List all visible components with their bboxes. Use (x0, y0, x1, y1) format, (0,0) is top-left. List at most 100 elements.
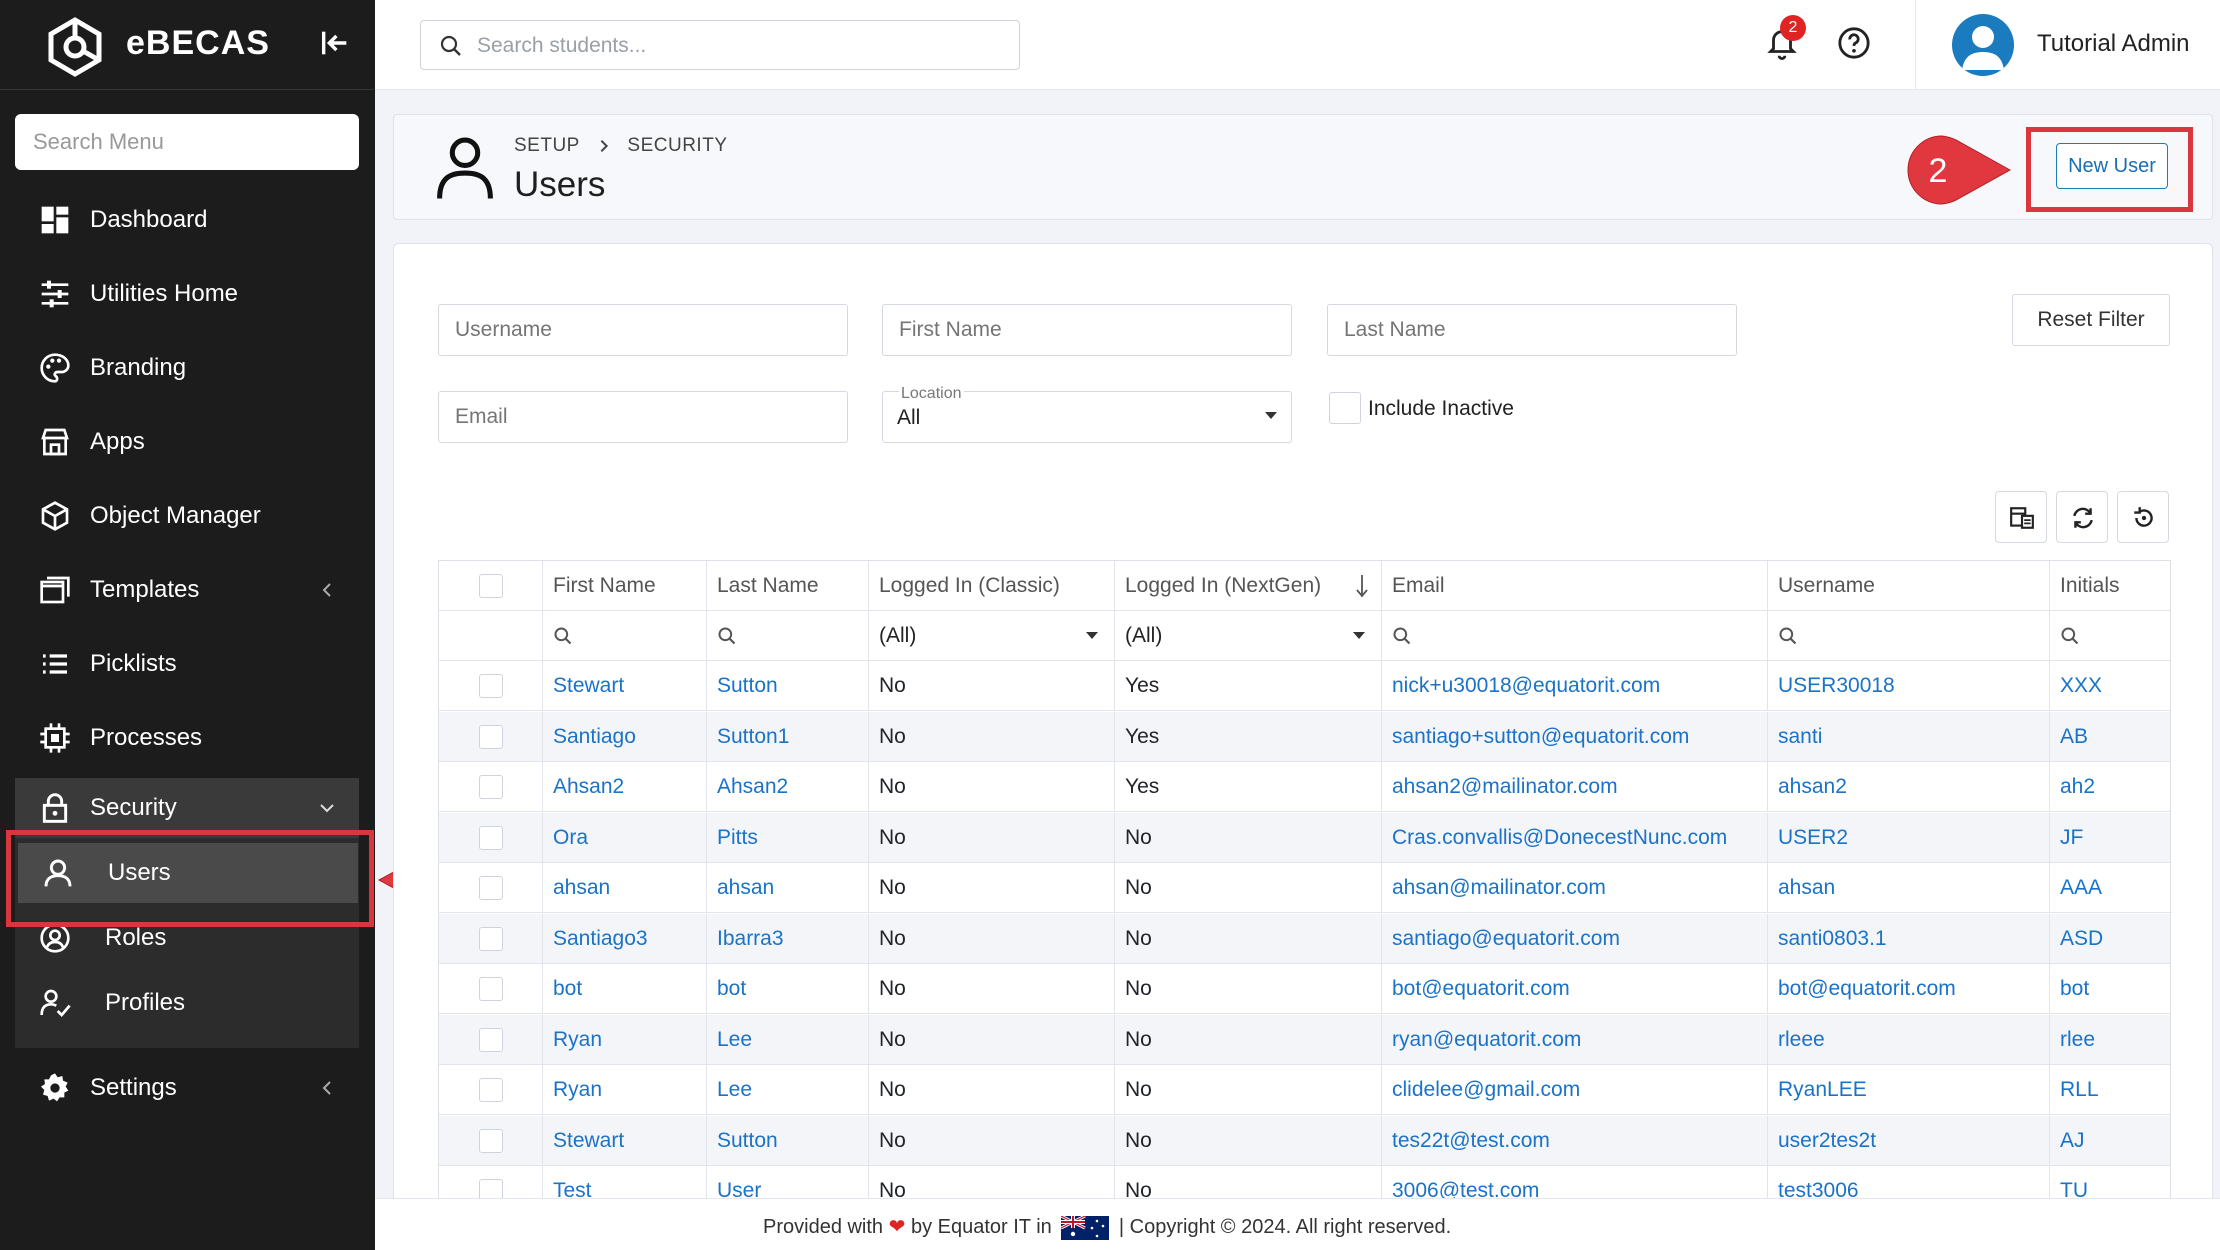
sidebar-item-picklists[interactable]: Picklists (15, 634, 359, 694)
username-filter-input[interactable] (438, 304, 848, 356)
table-row[interactable]: Stewart Sutton No Yes nick+u30018@equatorit.… (439, 661, 2170, 711)
cell-first-name[interactable]: bot (543, 964, 707, 1014)
cell-last-name[interactable]: Sutton1 (707, 711, 869, 762)
filter-last-name[interactable] (707, 611, 869, 661)
column-header-last-name[interactable]: Last Name (707, 561, 869, 611)
sidebar-subitem-profiles[interactable]: Profiles (15, 973, 359, 1033)
cell-email[interactable]: ryan@equatorit.com (1382, 1014, 1768, 1065)
last-name-filter-input[interactable] (1327, 304, 1737, 356)
cell-first-name[interactable]: Stewart (543, 661, 707, 711)
menu-search-input[interactable] (15, 114, 359, 170)
cell-initials[interactable]: XXX (2050, 661, 2170, 711)
cell-email[interactable]: santiago@equatorit.com (1382, 913, 1768, 964)
sidebar-item-settings[interactable]: Settings (15, 1058, 359, 1118)
row-checkbox[interactable] (479, 825, 503, 850)
sidebar-item-branding[interactable]: Branding (15, 338, 359, 398)
cell-username[interactable]: USER2 (1768, 812, 2050, 863)
cell-initials[interactable]: AB (2050, 712, 2170, 762)
cell-username[interactable]: USER30018 (1768, 661, 2050, 711)
table-row[interactable]: Santiago3 Ibarra3 No No santiago@equatorit.c… (439, 913, 2170, 964)
column-header-logged-in-classic[interactable]: Logged In (Classic) (869, 561, 1115, 611)
column-header-logged-in-nextgen[interactable]: Logged In (NextGen) (1115, 561, 1382, 611)
breadcrumb-security[interactable]: SECURITY (627, 135, 727, 156)
sidebar-item-apps[interactable]: Apps (15, 412, 359, 472)
cell-last-name[interactable]: Lee (707, 1065, 869, 1115)
row-checkbox[interactable] (479, 1128, 503, 1153)
cell-last-name[interactable]: Ahsan2 (707, 762, 869, 812)
row-checkbox[interactable] (479, 724, 503, 749)
cell-email[interactable]: ahsan2@mailinator.com (1382, 762, 1768, 812)
row-checkbox[interactable] (479, 1027, 503, 1052)
reset-filter-button[interactable]: Reset Filter (2012, 294, 2170, 346)
include-inactive-checkbox[interactable] (1329, 392, 1361, 424)
table-row[interactable]: Ryan Lee No No clidelee@gmail.com RyanLEE RLL (439, 1065, 2170, 1115)
cell-initials[interactable]: ah2 (2050, 762, 2170, 812)
cell-last-name[interactable]: Sutton (707, 661, 869, 711)
collapse-sidebar-icon[interactable] (318, 26, 352, 60)
cell-email[interactable]: tes22t@test.com (1382, 1115, 1768, 1166)
cell-username[interactable]: bot@equatorit.com (1768, 964, 2050, 1014)
cell-first-name[interactable]: Ora (543, 812, 707, 863)
cell-username[interactable]: santi (1768, 711, 2050, 762)
cell-initials[interactable]: JF (2050, 813, 2170, 863)
help-icon[interactable] (1837, 26, 1871, 60)
sidebar-item-dashboard[interactable]: Dashboard (15, 190, 359, 250)
cell-initials[interactable]: ASD (2050, 914, 2170, 964)
select-all-checkbox[interactable] (479, 574, 503, 598)
reset-layout-button[interactable] (2117, 491, 2169, 543)
cell-email[interactable]: santiago+sutton@equatorit.com (1382, 711, 1768, 762)
include-inactive-label[interactable]: Include Inactive (1368, 397, 1514, 421)
table-row[interactable]: Ahsan2 Ahsan2 No Yes ahsan2@mailinator.com ah… (439, 762, 2170, 812)
row-checkbox[interactable] (479, 1078, 503, 1102)
cell-first-name[interactable]: Stewart (543, 1115, 707, 1166)
cell-first-name[interactable]: ahsan (543, 863, 707, 913)
breadcrumb-setup[interactable]: SETUP (514, 135, 580, 156)
cell-email[interactable]: bot@equatorit.com (1382, 964, 1768, 1014)
student-search-input[interactable] (477, 31, 997, 61)
cell-username[interactable]: santi0803.1 (1768, 913, 2050, 964)
cell-first-name[interactable]: Ahsan2 (543, 762, 707, 812)
cell-email[interactable]: ahsan@mailinator.com (1382, 863, 1768, 913)
cell-last-name[interactable]: Lee (707, 1014, 869, 1065)
cell-initials[interactable]: AAA (2050, 863, 2170, 913)
sidebar-item-processes[interactable]: Processes (15, 708, 359, 768)
cell-first-name[interactable]: Santiago3 (543, 913, 707, 964)
location-select[interactable]: Location All (882, 385, 1292, 443)
column-header-username[interactable]: Username (1768, 561, 2050, 611)
first-name-filter-input[interactable] (882, 304, 1292, 356)
table-row[interactable]: Ryan Lee No No ryan@equatorit.com rleee rlee (439, 1014, 2170, 1065)
cell-last-name[interactable]: Ibarra3 (707, 913, 869, 964)
column-header-email[interactable]: Email (1382, 561, 1768, 611)
row-checkbox[interactable] (479, 876, 503, 900)
cell-username[interactable]: RyanLEE (1768, 1065, 2050, 1115)
cell-last-name[interactable]: bot (707, 964, 869, 1014)
row-checkbox[interactable] (479, 775, 503, 799)
cell-initials[interactable]: bot (2050, 964, 2170, 1014)
column-header-first-name[interactable]: First Name (543, 561, 707, 611)
row-checkbox[interactable] (479, 674, 503, 698)
sidebar-item-object-manager[interactable]: Object Manager (15, 486, 359, 546)
cell-first-name[interactable]: Ryan (543, 1014, 707, 1065)
sidebar-item-security[interactable]: Security (15, 778, 359, 838)
cell-email[interactable]: clidelee@gmail.com (1382, 1065, 1768, 1115)
sidebar-item-templates[interactable]: Templates (15, 560, 359, 620)
student-search[interactable] (420, 20, 1020, 70)
cell-initials[interactable]: rlee (2050, 1015, 2170, 1065)
cell-username[interactable]: user2tes2t (1768, 1115, 2050, 1166)
table-row[interactable]: Ora Pitts No No Cras.convallis@DonecestNunc.… (439, 812, 2170, 863)
filter-initials[interactable] (2050, 611, 2170, 661)
refresh-button[interactable] (2056, 491, 2108, 543)
sidebar-item-utilities-home[interactable]: Utilities Home (15, 264, 359, 324)
column-chooser-button[interactable] (1995, 491, 2047, 543)
table-row[interactable]: Stewart Sutton No No tes22t@test.com user2tes… (439, 1115, 2170, 1166)
cell-initials[interactable]: AJ (2050, 1116, 2170, 1166)
cell-initials[interactable]: RLL (2050, 1065, 2170, 1115)
table-row[interactable]: bot bot No No bot@equatorit.com bot@equatorit… (439, 964, 2170, 1014)
row-checkbox[interactable] (479, 926, 503, 951)
filter-logged-in-nextgen[interactable]: (All) (1115, 611, 1382, 661)
cell-email[interactable]: Cras.convallis@DonecestNunc.com (1382, 812, 1768, 863)
cell-username[interactable]: rleee (1768, 1014, 2050, 1065)
table-row[interactable]: ahsan ahsan No No ahsan@mailinator.com ahsan A… (439, 863, 2170, 913)
filter-username[interactable] (1768, 611, 2050, 661)
cell-email[interactable]: nick+u30018@equatorit.com (1382, 661, 1768, 711)
